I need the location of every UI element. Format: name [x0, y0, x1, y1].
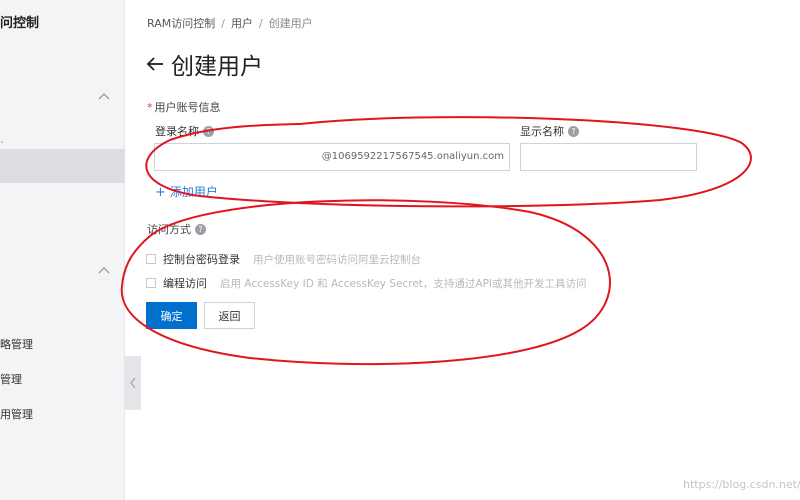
breadcrumb-users[interactable]: 用户	[231, 17, 253, 30]
chevron-left-icon	[130, 377, 136, 389]
login-name-field[interactable]: @1069592217567545.onaliyun.com	[154, 143, 510, 171]
console-login-title: 控制台密码登录	[163, 253, 240, 266]
help-icon[interactable]: ?	[195, 223, 206, 235]
add-user-text: 添加用户	[169, 185, 218, 199]
breadcrumb-current: 创建用户	[268, 17, 313, 30]
help-icon[interactable]: ?	[203, 125, 214, 137]
display-name-label: 显示名称 ?	[520, 123, 579, 139]
option-programmatic-access[interactable]: 编程访问 启用 AccessKey ID 和 AccessKey Secret，…	[146, 275, 587, 291]
sidebar-item-policy[interactable]: 略管理	[0, 336, 33, 352]
access-method-label: 访问方式 ?	[147, 221, 206, 237]
console-login-checkbox[interactable]	[146, 254, 156, 264]
add-user-link[interactable]: + 添加用户	[155, 183, 218, 200]
breadcrumb: RAM访问控制 / 用户 / 创建用户	[147, 15, 313, 31]
plus-icon: +	[155, 185, 166, 200]
breadcrumb-separator: /	[258, 17, 263, 30]
programmatic-access-checkbox[interactable]	[146, 278, 156, 288]
login-name-label: 登录名称 ?	[155, 123, 214, 139]
sidebar-title: 问控制	[0, 16, 40, 31]
sidebar-item-app-manage[interactable]: 用管理	[0, 406, 33, 422]
sidebar-item-manage[interactable]: 管理	[0, 371, 22, 387]
login-name-label-text: 登录名称	[155, 125, 199, 138]
display-name-label-text: 显示名称	[520, 125, 564, 138]
arrow-left-icon[interactable]	[145, 54, 165, 74]
breadcrumb-ram[interactable]: RAM访问控制	[147, 17, 215, 30]
console-login-desc: 用户使用账号密码访问阿里云控制台	[253, 253, 421, 266]
page-header: 创建用户	[145, 47, 263, 81]
chevron-up-icon[interactable]	[97, 90, 111, 104]
section-label-account: * 用户账号信息	[147, 99, 221, 115]
sidebar-collapse-handle[interactable]	[125, 356, 141, 410]
watermark: https://blog.csdn.net/u01	[683, 478, 800, 491]
back-button[interactable]: 返回	[204, 302, 255, 329]
display-name-field[interactable]	[520, 143, 697, 171]
sidebar-tick: ˎ	[0, 134, 5, 144]
login-name-suffix: @1069592217567545.onaliyun.com	[321, 151, 504, 162]
page-title: 创建用户	[171, 54, 263, 80]
sidebar-item-active[interactable]	[0, 149, 125, 183]
confirm-button[interactable]: 确定	[146, 302, 197, 329]
section-label-text: 用户账号信息	[154, 101, 221, 114]
programmatic-access-title: 编程访问	[163, 277, 207, 290]
help-icon[interactable]: ?	[568, 125, 579, 137]
access-method-label-text: 访问方式	[147, 223, 191, 236]
chevron-up-icon[interactable]	[97, 264, 111, 278]
option-console-login[interactable]: 控制台密码登录 用户使用账号密码访问阿里云控制台	[146, 251, 421, 267]
sidebar: 问控制 ˎ 略管理 管理 用管理	[0, 0, 125, 500]
programmatic-access-desc: 启用 AccessKey ID 和 AccessKey Secret，支持通过A…	[220, 277, 587, 290]
breadcrumb-separator: /	[221, 17, 225, 30]
required-mark: *	[147, 101, 153, 114]
